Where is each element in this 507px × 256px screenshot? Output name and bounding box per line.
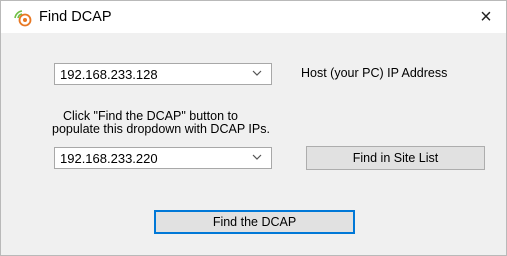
find-dcap-dialog: Find DCAP × 192.168.233.128 Host (your P… (0, 0, 507, 256)
chevron-down-icon (252, 70, 262, 76)
window-title: Find DCAP (39, 9, 112, 25)
instruction-line-2: populate this dropdown with DCAP IPs. (52, 122, 270, 136)
find-the-dcap-button[interactable]: Find the DCAP (154, 210, 355, 234)
host-ip-label: Host (your PC) IP Address (301, 66, 448, 80)
instruction-line-1: Click "Find the DCAP" button to (63, 109, 238, 123)
signal-app-icon (14, 10, 32, 27)
close-icon: × (480, 6, 492, 28)
dcap-ip-value: 192.168.233.220 (60, 151, 158, 166)
chevron-down-icon (252, 154, 262, 160)
dcap-ip-dropdown[interactable]: 192.168.233.220 (54, 147, 272, 169)
find-in-site-list-button[interactable]: Find in Site List (306, 146, 485, 170)
host-ip-value: 192.168.233.128 (60, 67, 158, 82)
title-bar: Find DCAP × (1, 1, 506, 33)
host-ip-dropdown[interactable]: 192.168.233.128 (54, 63, 272, 85)
close-button[interactable]: × (466, 1, 506, 33)
